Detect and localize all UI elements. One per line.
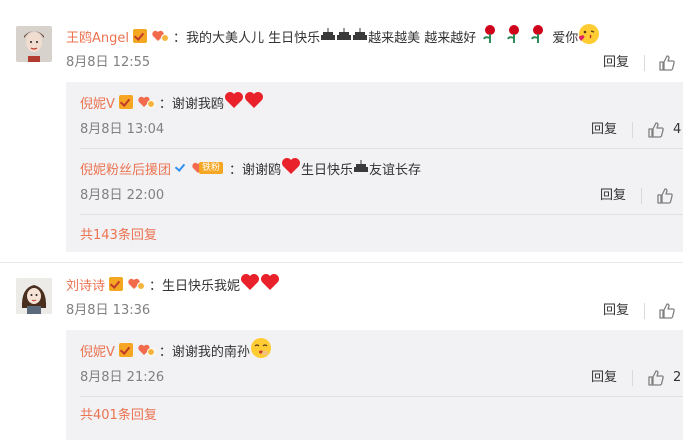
verified-icon[interactable] [133,29,147,43]
reply-text: ：谢谢我的南孙 [158,344,250,360]
divider [644,55,645,71]
avatar[interactable] [16,26,52,62]
reply-text: ：谢谢鸥 [229,162,282,178]
like-icon[interactable] [647,121,665,139]
timestamp: 8月8日 22:00 [80,188,165,203]
comment-text-end: 爱你 [552,30,579,46]
red-heart-emoji [244,91,264,113]
rose-emoji [528,24,548,48]
kiss-face-emoji [578,23,600,49]
reply-button[interactable]: 回复 [591,369,617,387]
reply-button[interactable]: 回复 [600,187,626,205]
timestamp: 8月8日 13:04 [80,122,165,137]
divider [641,188,642,204]
reply-list: 倪妮V ：谢谢我鸥 8月8日 13:04 回复 4 倪妮粉丝后援团 铁粉 ：谢谢… [66,82,683,252]
comment-item: 王鸥Angel ：我的大美人儿 生日快乐 越来越美 越来越好 爱你 8月8日 1… [0,0,683,262]
divider [644,303,645,319]
red-heart-emoji [240,273,260,295]
like-count: 2 [673,370,682,385]
avatar-image [16,26,52,62]
comment-text: ：我的大美人儿 生日快乐 [173,30,321,46]
username-link[interactable]: 刘诗诗 [66,275,105,294]
username-link[interactable]: 倪妮粉丝后援团 [80,159,171,178]
fan-badge-icon[interactable] [137,343,157,357]
username-link[interactable]: 倪妮V [80,341,115,360]
verified-icon[interactable] [109,277,124,291]
like-icon[interactable] [656,187,674,205]
more-replies-link[interactable]: 共401条回复 [80,406,157,426]
fan-badge-icon[interactable] [137,95,157,109]
cake-emoji [353,159,369,177]
reply-button[interactable]: 回复 [603,302,629,320]
comment-body: 刘诗诗 ：生日快乐我妮 [66,274,280,294]
username-link[interactable]: 王鸥Angel [66,27,129,46]
comment-text: ：生日快乐我妮 [149,278,241,294]
divider [632,370,633,386]
rose-emoji [480,24,500,48]
fan-badge-icon[interactable] [151,29,171,43]
cake-emoji [336,27,352,45]
like-icon[interactable] [647,369,665,387]
red-heart-emoji [281,157,301,179]
reply-text: ：谢谢我鸥 [158,96,224,112]
comment-text-tail: 越来越美 越来越好 [368,30,477,46]
timestamp: 8月8日 13:36 [66,303,151,318]
rose-emoji [504,24,524,48]
fan-badge-icon[interactable] [127,277,147,291]
reply-divider [80,148,683,149]
reply-divider [80,214,683,215]
reply-list: 倪妮V ：谢谢我的南孙 8月8日 21:26 回复 2 共401条回复 [66,330,683,440]
reply-text-mid: 生日快乐 [301,162,354,178]
reply-body: 倪妮V ：谢谢我的南孙 [80,337,272,363]
reply-divider [80,396,683,397]
shy-face-emoji [250,337,272,363]
iron-fan-badge[interactable]: 铁粉 [191,161,227,175]
comment-item: 刘诗诗 ：生日快乐我妮 8月8日 13:36 回复 倪妮V ：谢谢我的南孙 8月… [0,262,683,440]
red-heart-emoji [260,273,280,295]
like-icon[interactable] [658,54,676,72]
blue-verified-icon[interactable] [175,161,187,175]
divider [632,122,633,138]
reply-button[interactable]: 回复 [591,121,617,139]
reply-text-end: 友谊长存 [369,162,422,178]
red-heart-emoji [224,91,244,113]
comment-body: 王鸥Angel ：我的大美人儿 生日快乐 越来越美 越来越好 爱你 [66,23,600,49]
like-count: 4 [673,122,682,137]
iron-fan-label: 铁粉 [199,162,224,174]
timestamp: 8月8日 12:55 [66,55,151,70]
cake-emoji [320,27,336,45]
verified-icon[interactable] [118,95,133,109]
more-replies-link[interactable]: 共143条回复 [80,226,157,246]
reply-body: 倪妮V ：谢谢我鸥 [80,92,264,112]
avatar-image [16,278,52,314]
avatar[interactable] [16,278,52,314]
verified-icon[interactable] [118,343,133,357]
reply-body: 倪妮粉丝后援团 铁粉 ：谢谢鸥 生日快乐 友谊长存 [80,158,421,178]
cake-emoji [352,27,368,45]
timestamp: 8月8日 21:26 [80,370,165,385]
username-link[interactable]: 倪妮V [80,93,115,112]
like-icon[interactable] [658,302,676,320]
reply-button[interactable]: 回复 [603,54,629,72]
